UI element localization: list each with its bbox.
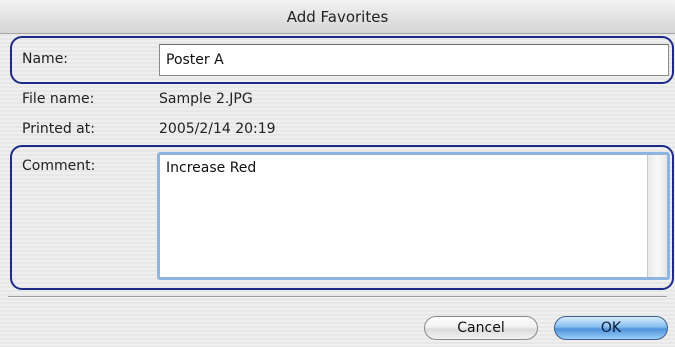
title-bar: Add Favorites <box>0 0 675 34</box>
comment-label: Comment: <box>22 158 96 174</box>
file-name-value: Sample 2.JPG <box>159 91 253 107</box>
cancel-button[interactable]: Cancel <box>424 316 538 340</box>
add-favorites-dialog: Add Favorites Name: File name: Sample 2.… <box>0 0 675 347</box>
printed-at-label: Printed at: <box>22 121 95 137</box>
window-title: Add Favorites <box>286 8 389 26</box>
comment-textarea[interactable]: Increase Red <box>160 155 647 277</box>
separator <box>8 296 667 298</box>
file-name-label: File name: <box>22 91 95 107</box>
printed-at-value: 2005/2/14 20:19 <box>159 121 276 137</box>
ok-button[interactable]: OK <box>554 316 668 340</box>
comment-field[interactable]: Increase Red <box>157 152 670 280</box>
name-label: Name: <box>22 51 69 67</box>
comment-scrollbar[interactable] <box>647 155 667 277</box>
name-input[interactable] <box>159 44 669 76</box>
